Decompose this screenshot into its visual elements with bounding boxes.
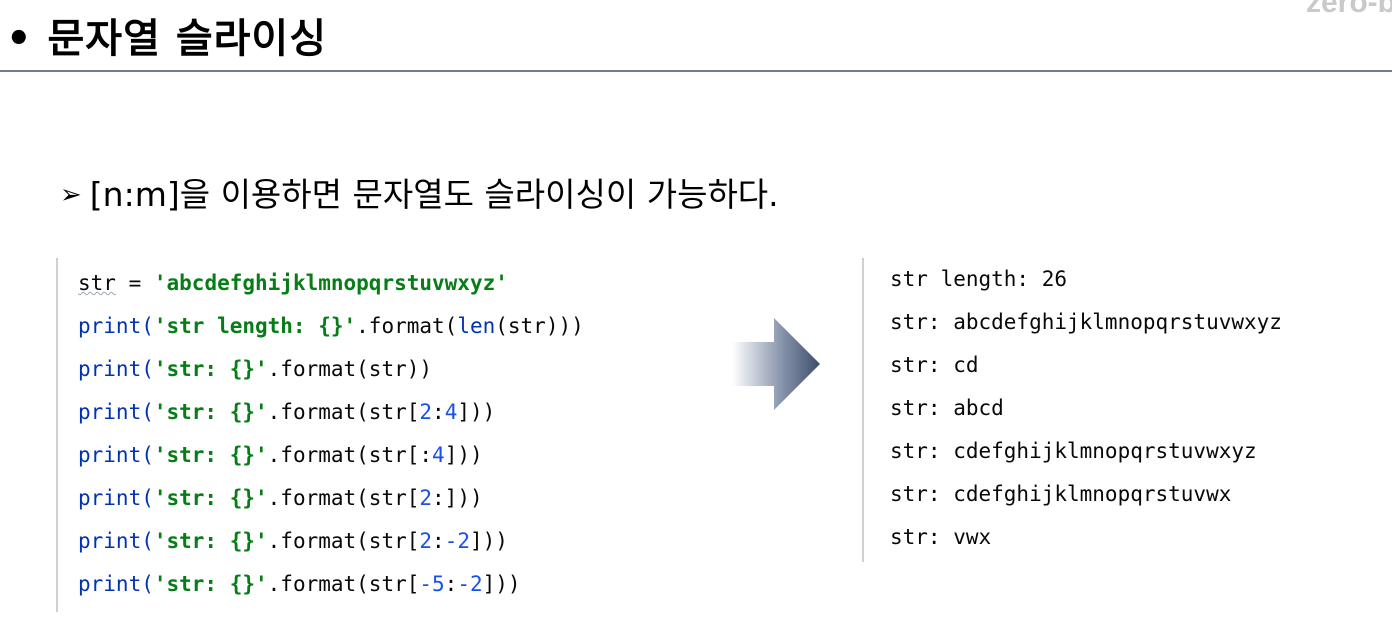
code-token: ])) <box>482 572 521 596</box>
code-number: 4 <box>444 400 458 424</box>
code-number: 2 <box>419 529 433 553</box>
code-line-3: print('str: {}'.format(str)) <box>78 348 432 391</box>
code-token: .format(str[: <box>267 443 433 467</box>
bullet-text: [n:m]을 이용하면 문자열도 슬라이싱이 가능하다. <box>89 175 779 214</box>
right-arrow-icon <box>732 318 820 410</box>
code-token: .format( <box>356 314 458 338</box>
code-line-4: print('str: {}'.format(str[2:4])) <box>78 391 495 434</box>
code-token: : <box>444 572 458 596</box>
code-token: .format(str)) <box>267 357 433 381</box>
output-line: str length: 26 <box>890 267 1068 291</box>
watermark-logo-text: zero-b <box>1306 0 1392 19</box>
bullet-point: ➢ [n:m]을 이용하면 문자열도 슬라이싱이 가능하다. <box>60 168 779 216</box>
code-token: : <box>432 529 445 553</box>
code-token: ])) <box>457 400 496 424</box>
code-token: .format(str[ <box>267 486 420 510</box>
code-keyword: print( <box>78 572 154 596</box>
code-string: 'abcdefghijklmnopqrstuvwxyz' <box>153 271 508 295</box>
code-string: 'str length: {}' <box>153 314 357 338</box>
code-string: 'str: {}' <box>153 400 268 424</box>
console-output-panel: str length: 26 str: abcdefghijklmnopqrst… <box>862 258 1384 562</box>
page-title: • 문자열 슬라이싱 <box>6 16 328 62</box>
output-line: str: abcdefghijklmnopqrstuvwxyz <box>890 310 1282 334</box>
code-keyword: print( <box>78 400 154 424</box>
code-number: 2 <box>419 400 433 424</box>
code-token: :])) <box>432 486 483 510</box>
code-line-5: print('str: {}'.format(str[:4])) <box>78 434 483 477</box>
code-number: 4 <box>432 443 445 467</box>
code-line-8: print('str: {}'.format(str[-5:-2])) <box>78 563 521 606</box>
code-token: .format(str[ <box>267 529 420 553</box>
code-keyword: print( <box>78 443 154 467</box>
code-string: 'str: {}' <box>153 529 268 553</box>
code-string: 'str: {}' <box>153 357 268 381</box>
code-keyword: print( <box>78 486 154 510</box>
output-line: str: vwx <box>890 525 992 549</box>
code-number: -2 <box>457 572 483 596</box>
code-token: : <box>432 400 445 424</box>
code-keyword: len <box>457 314 496 338</box>
code-token: = <box>115 271 154 295</box>
code-line-7: print('str: {}'.format(str[2:-2])) <box>78 520 508 563</box>
code-number: -2 <box>444 529 470 553</box>
code-line-6: print('str: {}'.format(str[2:])) <box>78 477 483 520</box>
code-token: .format(str[ <box>267 572 420 596</box>
code-string: 'str: {}' <box>153 572 268 596</box>
output-line: str: cd <box>890 353 979 377</box>
code-string: 'str: {}' <box>153 486 268 510</box>
code-number: -5 <box>419 572 445 596</box>
code-editor-panel: str = 'abcdefghijklmnopqrstuvwxyz' print… <box>56 258 738 612</box>
code-string: 'str: {}' <box>153 443 268 467</box>
code-keyword: print( <box>78 357 154 381</box>
code-keyword: print( <box>78 314 154 338</box>
code-line-1: str = 'abcdefghijklmnopqrstuvwxyz' <box>78 262 508 305</box>
code-token: .format(str[ <box>267 400 420 424</box>
code-token: ])) <box>469 529 508 553</box>
code-token: str <box>78 271 116 295</box>
bullet-marker: ➢ <box>60 180 82 210</box>
output-line: str: cdefghijklmnopqrstuvwxyz <box>890 439 1257 463</box>
output-line: str: cdefghijklmnopqrstuvwx <box>890 482 1232 506</box>
code-token: (str))) <box>495 314 584 338</box>
title-bar: • 문자열 슬라이싱 zero-b <box>0 0 1392 72</box>
code-number: 2 <box>419 486 433 510</box>
output-line: str: abcd <box>890 396 1004 420</box>
code-keyword: print( <box>78 529 154 553</box>
code-line-2: print('str length: {}'.format(len(str))) <box>78 305 584 348</box>
code-token: ])) <box>444 443 483 467</box>
